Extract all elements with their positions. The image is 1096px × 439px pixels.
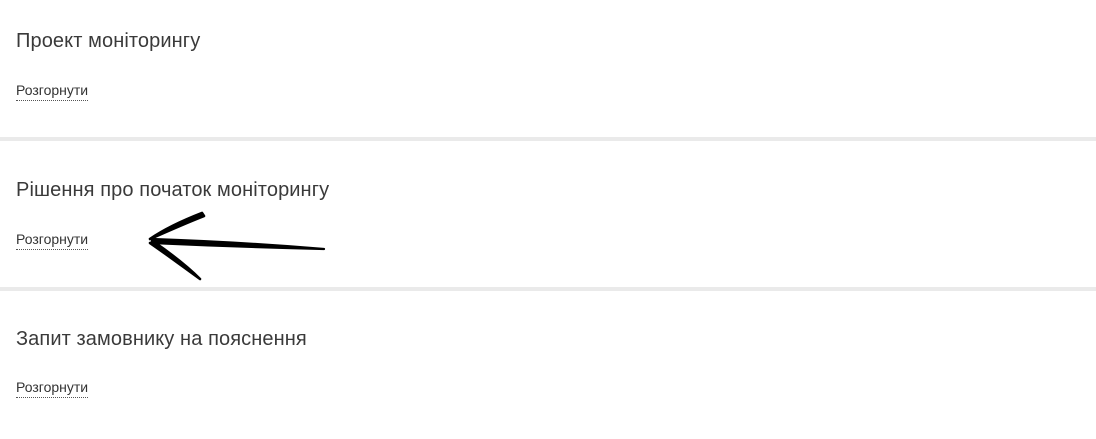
section-monitoring-project: Проект моніторингу Розгорнути [0,0,1096,137]
section-title: Проект моніторингу [16,30,201,52]
expand-link[interactable]: Розгорнути [16,379,89,398]
section-title: Запит замовнику на пояснення [16,328,307,350]
section-customer-explanation-request: Запит замовнику на пояснення Розгорнути [0,291,1096,439]
monitoring-page: Проект моніторингу Розгорнути Рішення пр… [0,0,1096,439]
section-title: Рішення про початок моніторингу [16,179,330,201]
expand-link[interactable]: Розгорнути [16,82,89,101]
hand-drawn-arrow-icon [148,211,326,281]
expand-link[interactable]: Розгорнути [16,231,89,250]
